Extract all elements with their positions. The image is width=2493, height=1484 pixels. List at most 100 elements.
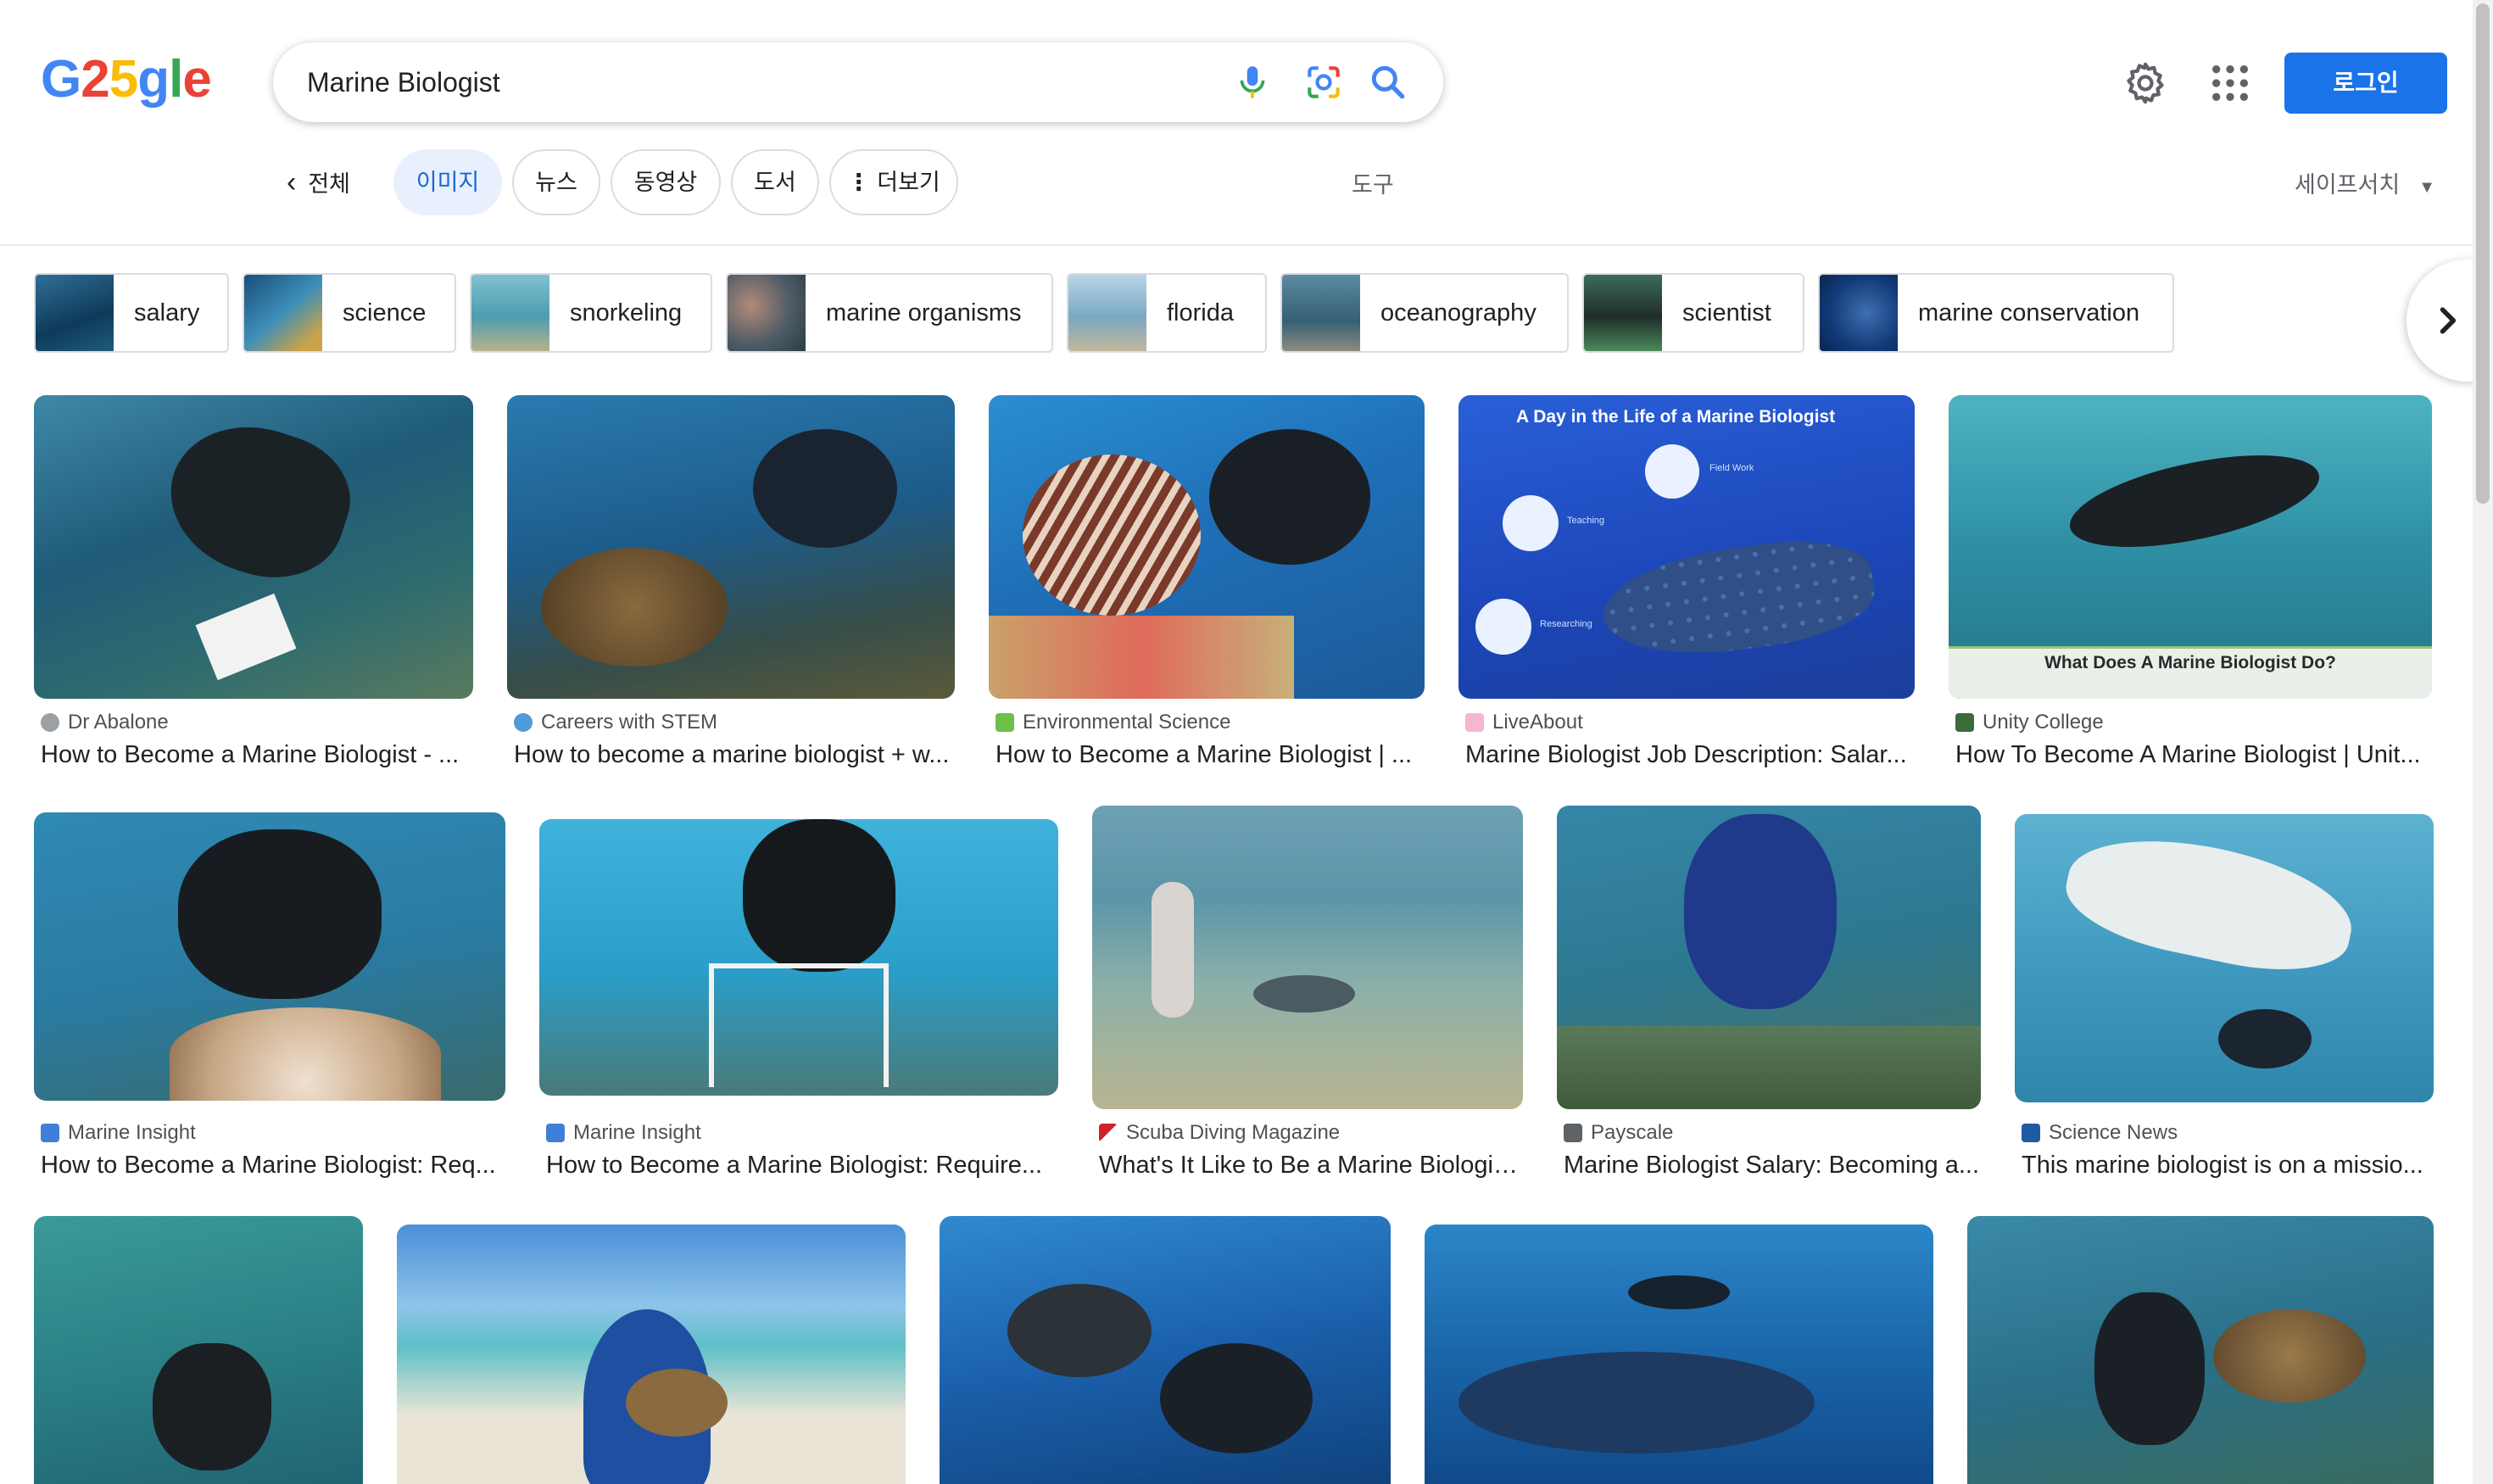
login-button[interactable]: 로그인 <box>2284 53 2447 114</box>
result-image[interactable] <box>940 1216 1391 1484</box>
field-work-label: Field Work <box>1709 463 1754 473</box>
chip-label: florida <box>1167 299 1234 326</box>
chip-label: snorkeling <box>570 299 683 326</box>
result-title[interactable]: Marine Biologist Job Description: Salar.… <box>1465 741 1916 769</box>
diver-figure <box>1628 1275 1730 1309</box>
favicon-icon <box>1465 713 1484 732</box>
image-result[interactable] <box>1425 1225 1933 1484</box>
result-image[interactable] <box>1967 1216 2434 1484</box>
chip-salary[interactable]: salary <box>34 273 229 353</box>
image-result[interactable] <box>1967 1216 2434 1484</box>
result-title[interactable]: How to Become a Marine Biologist: Requir… <box>546 1152 1057 1180</box>
seafloor-figure <box>1557 1026 1981 1109</box>
result-image[interactable] <box>989 395 1425 699</box>
gear-icon[interactable] <box>2122 59 2169 107</box>
chip-marine-conservation[interactable]: marine conservation <box>1818 273 2174 353</box>
result-title[interactable]: This marine biologist is on a missio... <box>2022 1152 2434 1180</box>
manta-ray-figure <box>2057 819 2362 987</box>
result-title[interactable]: How to become a marine biologist + w... <box>514 741 955 769</box>
result-image[interactable] <box>1092 806 1523 1109</box>
tab-videos[interactable]: 동영상 <box>611 149 721 215</box>
researching-label: Researching <box>1540 619 1592 629</box>
image-result[interactable]: Environmental Science How to Become a Ma… <box>989 395 1426 777</box>
google-images-page: G25gle Marine Biologist 로그인 ‹ 전체 이미지 뉴스 … <box>0 0 2493 1484</box>
image-result[interactable]: Science News This marine biologist is on… <box>2015 806 2434 1187</box>
chip-thumbnail <box>1068 275 1146 351</box>
result-source: Careers with STEM <box>514 711 717 734</box>
tab-books[interactable]: 도서 <box>731 149 819 215</box>
favicon-icon <box>41 1124 59 1142</box>
diver-figure <box>153 1343 271 1470</box>
tab-all-label: 전체 <box>308 171 351 197</box>
safesearch-button[interactable]: 세이프서치 ▼ <box>2295 166 2435 199</box>
image-result[interactable]: Payscale Marine Biologist Salary: Becomi… <box>1557 806 1981 1187</box>
chip-label: marine organisms <box>826 299 1022 326</box>
tools-button[interactable]: 도구 <box>1352 166 1394 199</box>
chip-scientist[interactable]: scientist <box>1582 273 1804 353</box>
result-image[interactable] <box>539 819 1058 1096</box>
image-result[interactable] <box>34 1216 363 1484</box>
tab-all[interactable]: ‹ 전체 <box>287 149 350 215</box>
result-image[interactable] <box>2015 814 2434 1102</box>
diver-figure <box>1684 814 1837 1009</box>
diver-figure <box>753 429 897 548</box>
diver-figure <box>743 819 895 972</box>
tab-more[interactable]: ⋮ 더보기 <box>829 149 958 215</box>
image-result[interactable]: Dr Abalone How to Become a Marine Biolog… <box>34 395 475 777</box>
chip-oceanography[interactable]: oceanography <box>1280 273 1569 353</box>
chip-florida[interactable]: florida <box>1067 273 1267 353</box>
result-image[interactable]: What Does A Marine Biologist Do? <box>1949 395 2432 699</box>
image-result[interactable]: What Does A Marine Biologist Do? Unity C… <box>1949 395 2434 777</box>
result-source: Payscale <box>1564 1121 1673 1145</box>
whale-shark-figure <box>1458 1352 1815 1453</box>
result-image[interactable] <box>1557 806 1981 1109</box>
researching-circle <box>1475 599 1531 655</box>
google-logo[interactable]: G25gle <box>41 49 212 110</box>
search-icon[interactable] <box>1367 61 1409 103</box>
result-title[interactable]: How To Become A Marine Biologist | Unit.… <box>1955 741 2434 769</box>
microphone-icon[interactable] <box>1231 61 1274 103</box>
result-image[interactable]: A Day in the Life of a Marine Biologist … <box>1458 395 1915 699</box>
diver-figure <box>2061 437 2328 566</box>
turtle-figure <box>2213 1309 2366 1403</box>
chevron-right-icon <box>2440 307 2457 334</box>
image-result[interactable] <box>397 1225 906 1484</box>
result-image[interactable] <box>1425 1225 1933 1484</box>
image-result[interactable]: A Day in the Life of a Marine Biologist … <box>1458 395 1916 777</box>
diver-figure <box>151 404 366 598</box>
camera-lens-icon[interactable] <box>1302 61 1345 103</box>
logo-letter: g <box>137 50 170 109</box>
result-title[interactable]: How to Become a Marine Biologist | ... <box>996 741 1426 769</box>
chip-snorkeling[interactable]: snorkeling <box>470 273 712 353</box>
image-result[interactable]: Careers with STEM How to become a marine… <box>507 395 956 777</box>
search-box[interactable]: Marine Biologist <box>273 42 1443 122</box>
chip-marine-organisms[interactable]: marine organisms <box>726 273 1053 353</box>
result-title[interactable]: How to Become a Marine Biologist: Req... <box>41 1152 504 1180</box>
result-image[interactable] <box>397 1225 906 1484</box>
result-title[interactable]: Marine Biologist Salary: Becoming a... <box>1564 1152 1981 1180</box>
result-title[interactable]: How to Become a Marine Biologist - ... <box>41 741 473 769</box>
tab-news[interactable]: 뉴스 <box>512 149 600 215</box>
favicon-icon <box>1564 1124 1582 1142</box>
result-title[interactable]: What's It Like to Be a Marine Biologis..… <box>1099 1152 1523 1180</box>
result-image[interactable] <box>34 1216 363 1484</box>
image-result[interactable] <box>940 1216 1391 1484</box>
scrollbar-thumb[interactable] <box>2476 3 2490 504</box>
result-source: Unity College <box>1955 711 2104 734</box>
result-image[interactable] <box>34 395 473 699</box>
tab-images[interactable]: 이미지 <box>393 149 502 215</box>
result-source-label: Marine Insight <box>573 1121 701 1144</box>
result-image[interactable] <box>34 812 505 1101</box>
slate-board <box>195 593 297 681</box>
image-result[interactable]: Marine Insight How to Become a Marine Bi… <box>539 806 1058 1187</box>
chip-science[interactable]: science <box>243 273 456 353</box>
apps-grid-icon[interactable] <box>2206 59 2254 107</box>
image-result[interactable]: Scuba Diving Magazine What's It Like to … <box>1092 806 1523 1187</box>
logo-letter: G <box>41 50 81 109</box>
result-image[interactable] <box>507 395 955 699</box>
chevron-left-icon: ‹ <box>287 166 297 198</box>
image-result[interactable]: Marine Insight How to Become a Marine Bi… <box>34 806 505 1187</box>
favicon-icon <box>2022 1124 2040 1142</box>
search-input[interactable]: Marine Biologist <box>307 63 500 102</box>
teaching-label: Teaching <box>1567 516 1605 526</box>
